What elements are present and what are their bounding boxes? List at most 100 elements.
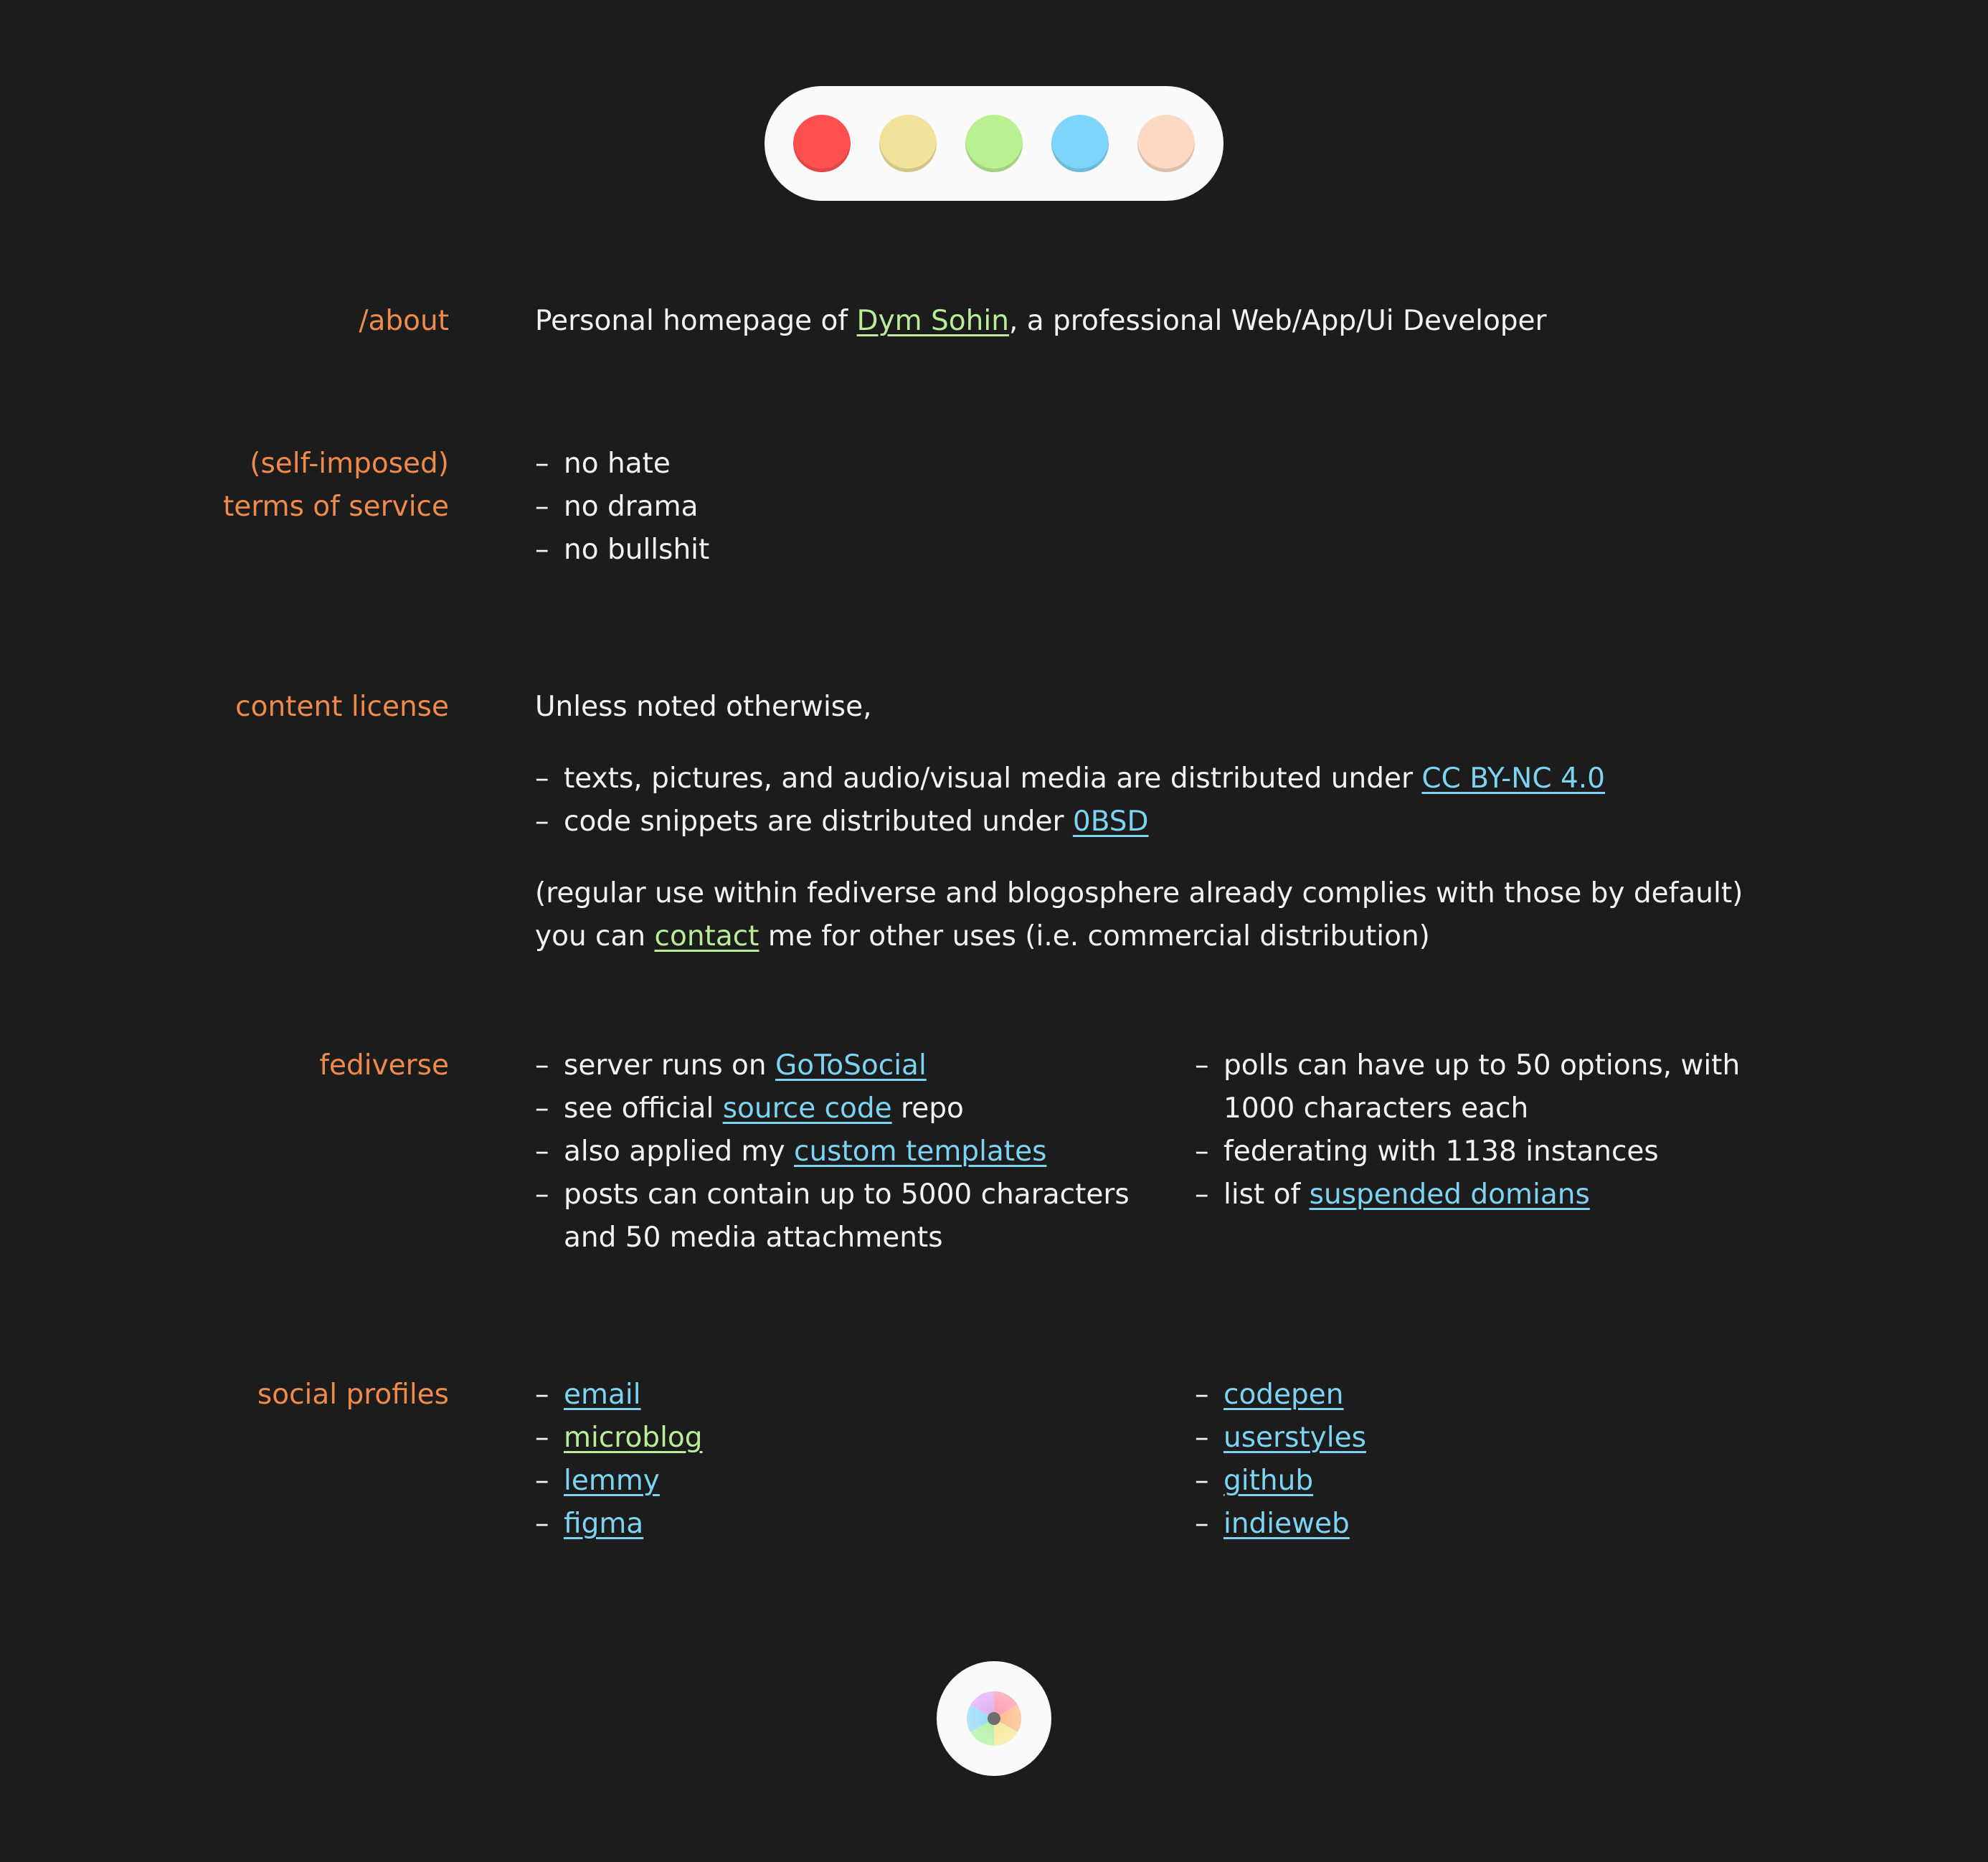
license-label: content license [235, 691, 449, 723]
dash: – [535, 491, 549, 523]
list-item: – email [535, 1374, 1180, 1417]
license-note: (regular use within fediverse and blogos… [535, 877, 1743, 909]
dash: – [535, 1465, 549, 1497]
license-intro: Unless noted otherwise, [535, 691, 872, 723]
fediverse-text: polls can have up to 50 options, with [1223, 1049, 1741, 1082]
fediverse-text: list of [1223, 1178, 1310, 1211]
custom-templates-link[interactable]: custom templates [794, 1135, 1046, 1168]
theme-dot-blue[interactable] [1051, 115, 1109, 172]
theme-dot-peach[interactable] [1137, 115, 1195, 172]
social-right-list: – codepen – userstyles – github – indieweb [1195, 1374, 1819, 1546]
license-content: Unless noted otherwise, – texts, pictures… [535, 686, 1819, 958]
fediverse-text: federating with 1138 instances [1223, 1135, 1659, 1168]
suspended-domains-link[interactable]: suspended domians [1310, 1178, 1590, 1211]
tos-item: no bullshit [564, 534, 710, 566]
dash: – [1195, 1135, 1209, 1168]
dash: – [1195, 1379, 1209, 1411]
dash: – [535, 805, 549, 838]
list-item: – no drama [535, 486, 1819, 529]
list-item: – github [1195, 1460, 1819, 1503]
theme-switcher [765, 86, 1223, 201]
list-item: – posts can contain up to 5000 characters… [535, 1173, 1180, 1260]
list-item: – no hate [535, 443, 1819, 486]
tos-item: no hate [564, 448, 671, 480]
dash: – [535, 1178, 549, 1211]
fediverse-text: repo [891, 1092, 964, 1125]
theme-dot-red[interactable] [793, 115, 851, 172]
cc-by-nc-link[interactable]: CC BY-NC 4.0 [1421, 762, 1605, 795]
dash: – [535, 1422, 549, 1454]
list-item: – lemmy [535, 1460, 1180, 1503]
list-item: – server runs on GoToSocial [535, 1044, 1180, 1087]
fediverse-left-list: – server runs on GoToSocial – see official… [535, 1044, 1180, 1260]
list-item: – figma [535, 1503, 1180, 1546]
dash: – [1195, 1508, 1209, 1540]
fediverse-text: 1000 characters each [1223, 1092, 1529, 1125]
color-wheel-button[interactable] [937, 1661, 1051, 1776]
list-item: – see official source code repo [535, 1087, 1180, 1130]
about-text-pre: Personal homepage of [535, 305, 857, 337]
license-item-text: code snippets are distributed under [564, 805, 1073, 838]
tos-label-line1: (self-imposed) [250, 448, 449, 480]
fediverse-text: see official [564, 1092, 723, 1125]
about-label: /about [359, 305, 449, 337]
0bsd-link[interactable]: 0BSD [1073, 805, 1149, 838]
fediverse-text: also applied my [564, 1135, 795, 1168]
figma-link[interactable]: figma [564, 1508, 643, 1540]
tos-label-line2: terms of service [222, 491, 449, 523]
list-item: – indieweb [1195, 1503, 1819, 1546]
fediverse-right-list: – polls can have up to 50 options, with 10… [1195, 1044, 1819, 1216]
list-item: – polls can have up to 50 options, with 10… [1195, 1044, 1819, 1130]
tos-item: no drama [564, 491, 699, 523]
social-label: social profiles [257, 1379, 449, 1411]
microblog-link[interactable]: microblog [564, 1422, 703, 1454]
list-item: – texts, pictures, and audio/visual media… [535, 757, 1819, 800]
fediverse-text: server runs on [564, 1049, 776, 1082]
fediverse-text: posts can contain up to 5000 characters [564, 1178, 1130, 1211]
contact-link[interactable]: contact [655, 920, 759, 953]
theme-dot-yellow[interactable] [879, 115, 937, 172]
list-item: – code snippets are distributed under 0BS… [535, 800, 1819, 843]
list-item: – codepen [1195, 1374, 1819, 1417]
list-item: – no bullshit [535, 529, 1819, 572]
userstyles-link[interactable]: userstyles [1223, 1422, 1366, 1454]
gotosocial-link[interactable]: GoToSocial [775, 1049, 927, 1082]
list-item: – microblog [535, 1417, 1180, 1460]
codepen-link[interactable]: codepen [1223, 1379, 1344, 1411]
list-item: – federating with 1138 instances [1195, 1130, 1819, 1173]
indieweb-link[interactable]: indieweb [1223, 1508, 1350, 1540]
email-link[interactable]: email [564, 1379, 641, 1411]
dash: – [1195, 1465, 1209, 1497]
fediverse-text: and 50 media attachments [564, 1221, 943, 1254]
fediverse-label: fediverse [319, 1049, 449, 1082]
dash: – [535, 448, 549, 480]
contact-text-pre: you can [535, 920, 655, 953]
dash: – [1195, 1049, 1209, 1082]
dash: – [535, 1092, 549, 1125]
color-wheel-icon [967, 1691, 1021, 1746]
github-link[interactable]: github [1223, 1465, 1313, 1497]
dash: – [535, 1135, 549, 1168]
dash: – [535, 762, 549, 795]
dash: – [535, 534, 549, 566]
page: { "theme_dots": [ {"name": "red", "color… [0, 0, 1988, 1862]
list-item: – userstyles [1195, 1417, 1819, 1460]
tos-label: (self-imposed) terms of service [0, 443, 449, 529]
license-item-text: texts, pictures, and audio/visual media … [564, 762, 1422, 795]
tos-list: – no hate – no drama – no bullshit [535, 443, 1819, 572]
lemmy-link[interactable]: lemmy [564, 1465, 660, 1497]
dash: – [1195, 1422, 1209, 1454]
social-left-list: – email – microblog – lemmy – figma [535, 1374, 1180, 1546]
author-link[interactable]: Dym Sohin [857, 305, 1009, 337]
about-content: Personal homepage of Dym Sohin, a profes… [535, 300, 1819, 343]
list-item: – list of suspended domians [1195, 1173, 1819, 1216]
dash: – [535, 1379, 549, 1411]
dash: – [535, 1049, 549, 1082]
dash: – [1195, 1178, 1209, 1211]
contact-text-post: me for other uses (i.e. commercial distr… [759, 920, 1430, 953]
theme-dot-green[interactable] [965, 115, 1023, 172]
dash: – [535, 1508, 549, 1540]
list-item: – also applied my custom templates [535, 1130, 1180, 1173]
source-code-link[interactable]: source code [723, 1092, 892, 1125]
about-text-post: , a professional Web/App/Ui Developer [1008, 305, 1547, 337]
